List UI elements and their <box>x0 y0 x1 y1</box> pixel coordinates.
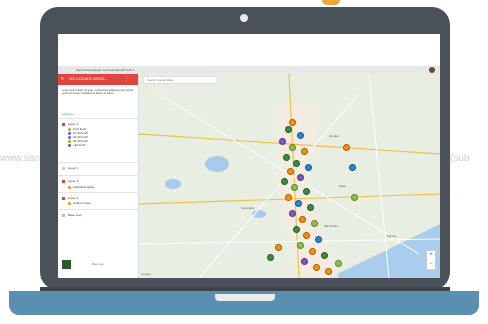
map-marker[interactable] <box>349 164 356 171</box>
layer-1[interactable]: Layer 1 <box>58 122 138 126</box>
menu-icon[interactable]: ≡ <box>61 74 64 85</box>
watermark-right: (sub <box>450 153 470 164</box>
swatch-icon <box>68 201 71 205</box>
zoom-control[interactable]: + − <box>426 250 436 270</box>
map-marker[interactable] <box>303 232 310 239</box>
webcam <box>240 14 248 22</box>
watermark-left: www.san <box>0 153 41 164</box>
divider <box>58 209 138 210</box>
city-label: Mogi <box>339 184 346 188</box>
city-label: Santos <box>387 234 397 238</box>
map-marker[interactable] <box>313 264 320 271</box>
map-marker[interactable] <box>311 220 318 227</box>
zoom-out-button[interactable]: − <box>427 260 435 269</box>
map-marker[interactable] <box>307 204 314 211</box>
map-marker[interactable] <box>305 164 312 171</box>
map-marker[interactable] <box>291 184 298 191</box>
more-options-icon[interactable]: ⋮ <box>124 74 129 85</box>
layer-4[interactable]: Layer 4 <box>58 196 138 200</box>
map-marker[interactable] <box>301 148 308 155</box>
map-marker[interactable] <box>289 119 296 126</box>
map-marker[interactable] <box>325 268 332 275</box>
map-background <box>139 74 440 278</box>
map-marker[interactable] <box>279 138 286 145</box>
map-marker[interactable] <box>275 244 282 251</box>
map-marker[interactable] <box>295 200 302 207</box>
sidebar-header: ≡ VELOCIDADE MEDIA... ⋮ <box>58 74 138 85</box>
map-marker[interactable] <box>321 252 328 259</box>
divider <box>58 162 138 163</box>
layer-name: Base map <box>68 213 82 217</box>
map-marker[interactable] <box>285 126 292 133</box>
layer-checkbox[interactable] <box>62 166 65 170</box>
map-sidebar: ≡ VELOCIDADE MEDIA... ⋮ Lorem ipsum dolo… <box>58 74 139 278</box>
city-label: Jundiaí <box>329 134 339 138</box>
zoom-in-button[interactable]: + <box>427 251 435 260</box>
map-marker[interactable] <box>297 174 304 181</box>
map-marker[interactable] <box>303 188 310 195</box>
map-canvas[interactable]: Search Google Maps Sorocaba Jundiaí São … <box>139 74 440 278</box>
swatch-icon <box>68 185 71 189</box>
layer-2[interactable]: Layer 2 <box>58 166 138 170</box>
sidebar-footer-text: Base map <box>92 263 104 266</box>
layer-3[interactable]: Layer 3 <box>58 179 138 183</box>
layer-name: Layer 4 <box>68 196 79 200</box>
map-title[interactable]: VELOCIDADE MEDIA... <box>69 74 108 85</box>
layer-checkbox[interactable] <box>62 122 65 126</box>
map-attribution: Google <box>141 272 151 276</box>
divider <box>58 175 138 176</box>
laptop-notch <box>215 294 275 301</box>
map-marker[interactable] <box>289 144 296 151</box>
map-marker[interactable] <box>289 210 296 217</box>
map-marker[interactable] <box>297 132 304 139</box>
map-description: Lorem ipsum dolor sit amet, consectetur … <box>62 89 134 96</box>
map-marker[interactable] <box>301 258 308 265</box>
layer-name: Layer 3 <box>68 179 79 183</box>
map-marker[interactable] <box>351 194 358 201</box>
base-map-thumbnail[interactable] <box>62 260 71 269</box>
map-search-input[interactable]: Search Google Maps <box>143 76 218 84</box>
map-marker[interactable] <box>299 216 306 223</box>
swatch-icon <box>68 143 71 147</box>
divider <box>58 118 138 119</box>
legend-item: Individual styles <box>58 185 138 189</box>
legend-label: Individual styles <box>73 185 95 189</box>
legend-label: +40 km/h <box>73 143 86 147</box>
map-marker[interactable] <box>293 226 300 233</box>
base-map-layer[interactable]: Base map <box>58 213 138 217</box>
map-marker[interactable] <box>267 254 274 261</box>
layer-name: Layer 2 <box>68 166 79 170</box>
laptop-screen: https://www.google.com/maps/d/edit?mid=1… <box>58 34 440 278</box>
mug-decoration <box>322 0 340 5</box>
layer-checkbox[interactable] <box>62 179 65 183</box>
map-marker[interactable] <box>281 178 288 185</box>
layer-checkbox[interactable] <box>62 196 65 200</box>
layer-checkbox[interactable] <box>62 213 65 217</box>
map-marker[interactable] <box>343 144 350 151</box>
layer-name: Layer 1 <box>68 122 79 126</box>
legend-item: Uniform style <box>58 201 138 205</box>
legend-item: +40 km/h <box>58 143 138 147</box>
legend-label: Uniform style <box>73 201 91 205</box>
map-marker[interactable] <box>297 242 304 249</box>
divider <box>58 192 138 193</box>
city-label: São Paulo <box>324 224 338 228</box>
avatar[interactable] <box>429 67 435 73</box>
city-label: Sorocaba <box>241 206 254 210</box>
map-marker[interactable] <box>287 168 294 175</box>
map-marker[interactable] <box>309 248 316 255</box>
map-marker[interactable] <box>293 160 300 167</box>
map-marker[interactable] <box>285 194 292 201</box>
map-marker[interactable] <box>283 154 290 161</box>
add-layer-link[interactable]: Add layer <box>62 112 74 116</box>
map-marker[interactable] <box>315 236 322 243</box>
url-text[interactable]: https://www.google.com/maps/d/edit?mid=1… <box>76 66 136 74</box>
map-marker[interactable] <box>335 260 342 267</box>
